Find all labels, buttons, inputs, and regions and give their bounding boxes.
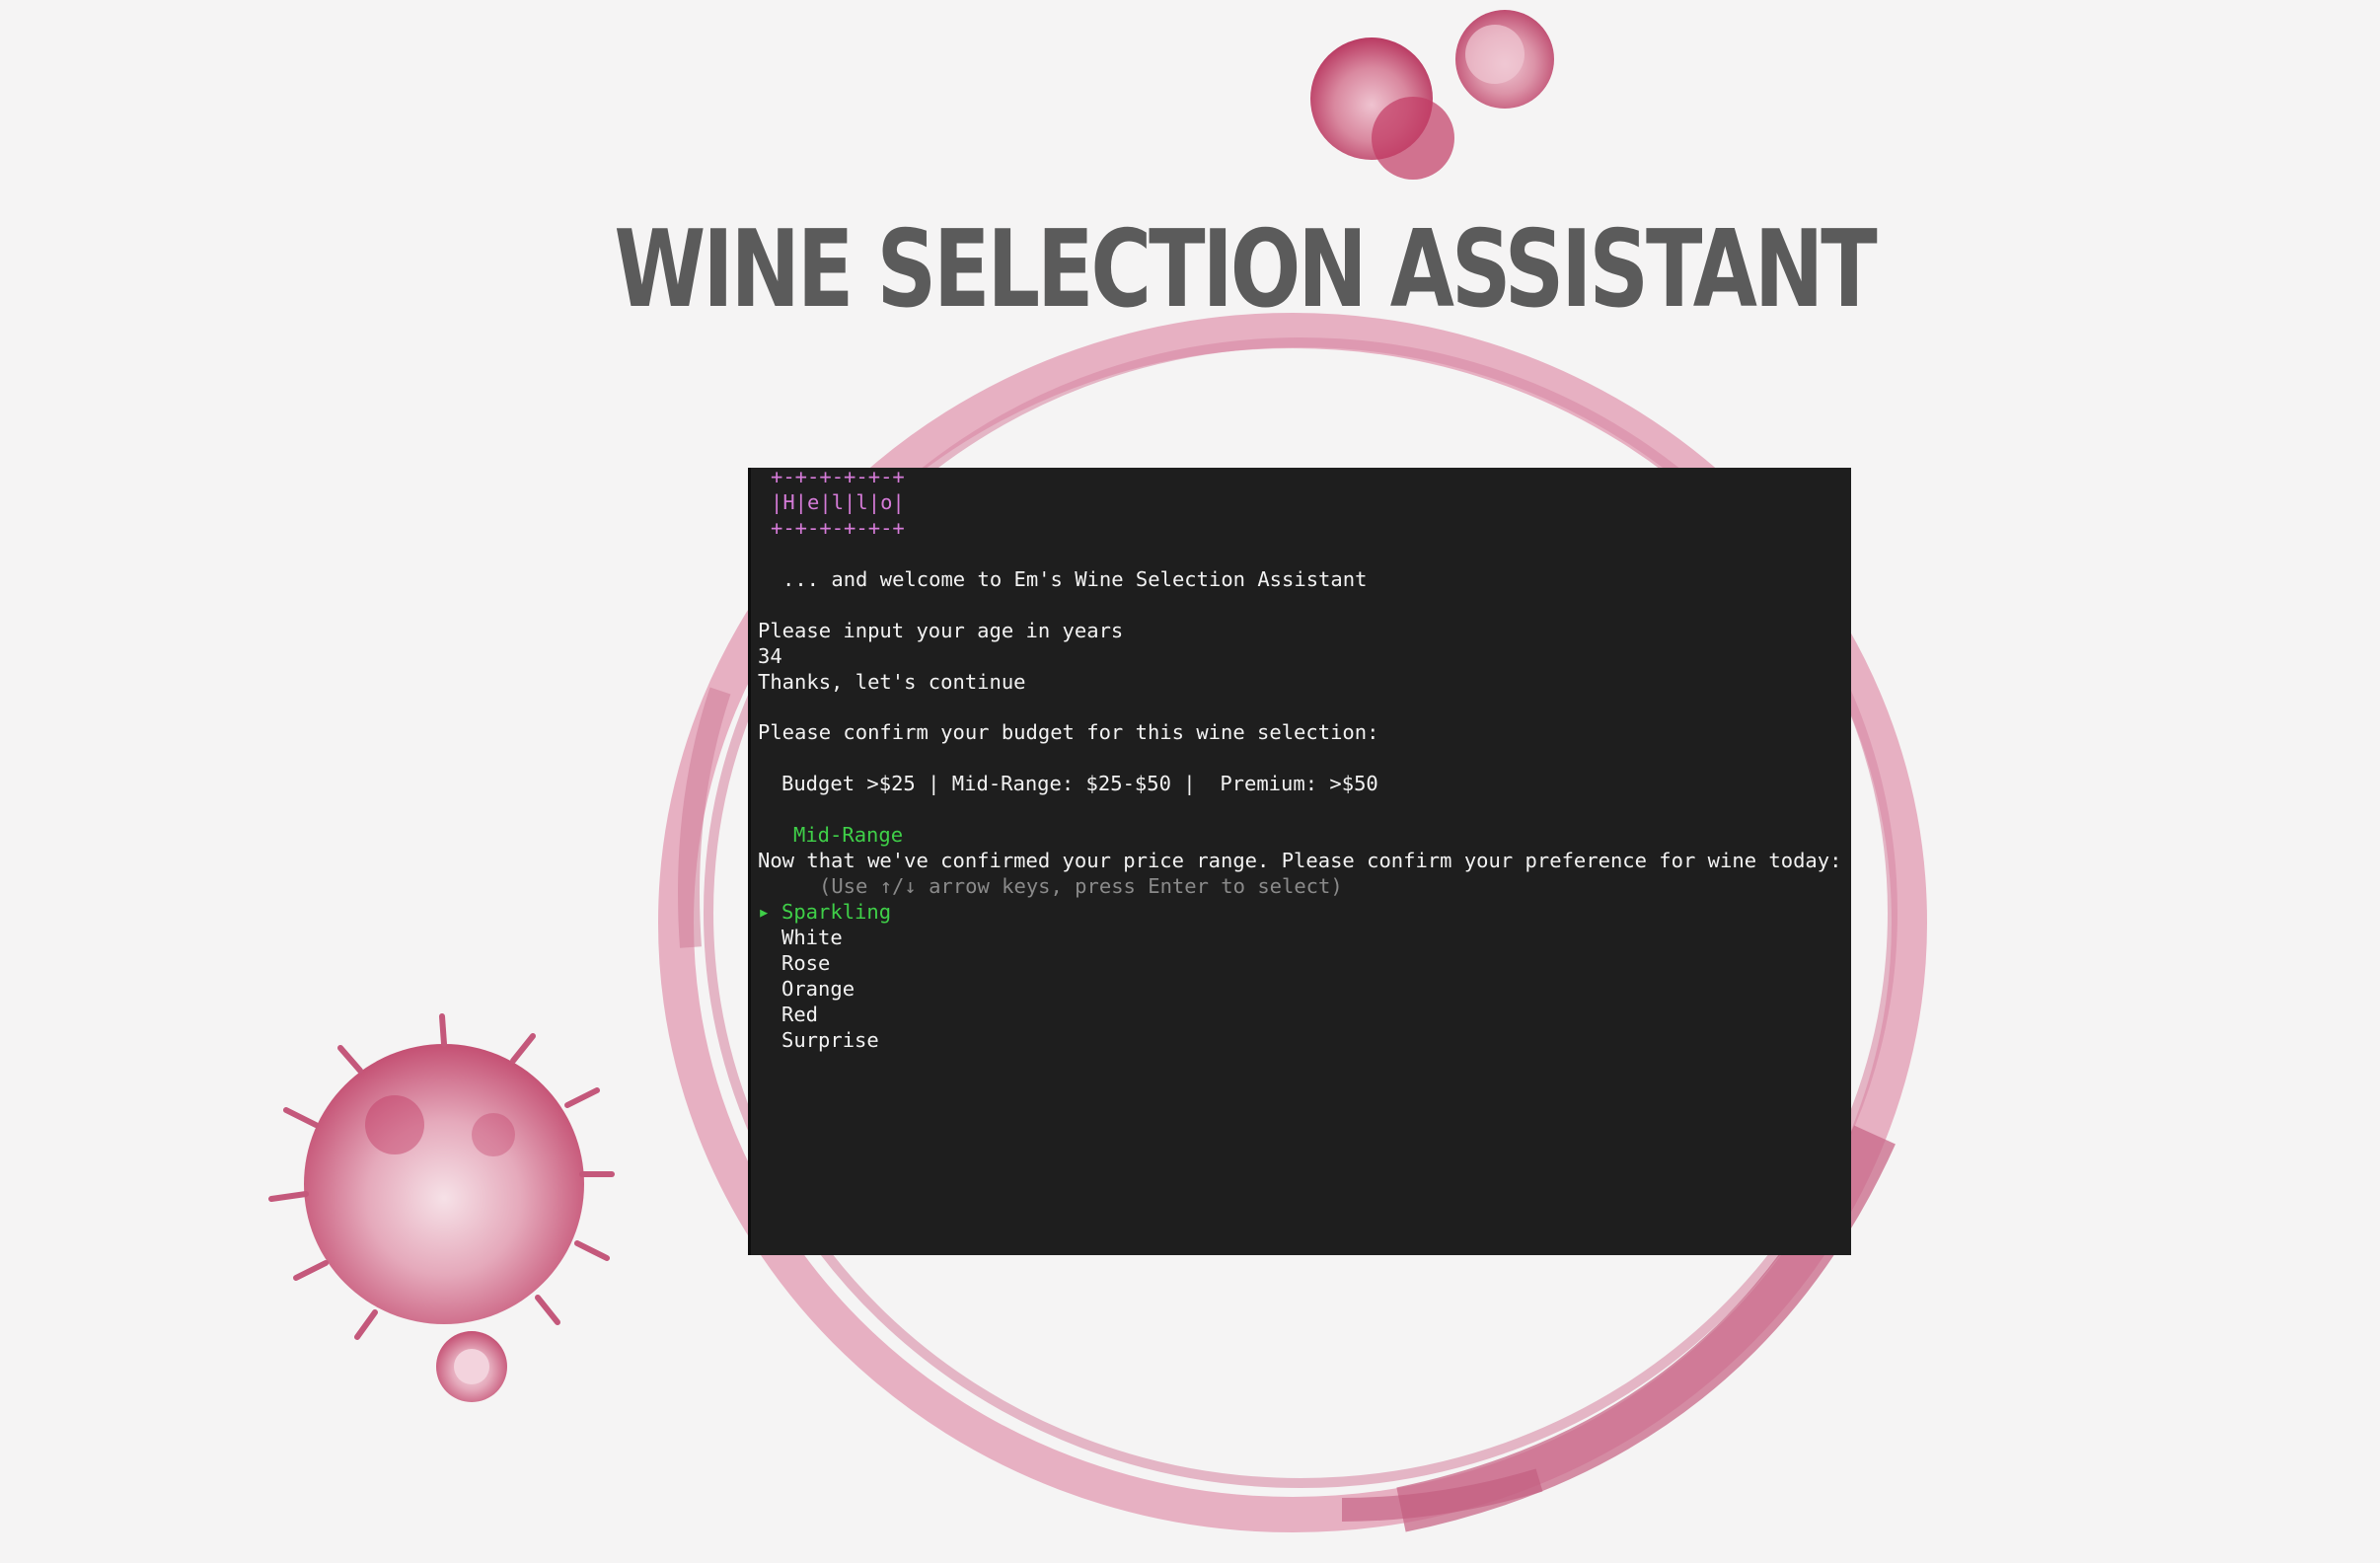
banner-hello: |H|e|l|l|o| [771, 490, 905, 514]
page-title: WINE SELECTION ASSISTANT [614, 208, 1877, 332]
wine-option[interactable]: Red [781, 1002, 818, 1027]
terminal-window[interactable]: +-+-+-+-+-+ |H|e|l|l|o| +-+-+-+-+-+ ... … [748, 468, 1851, 1255]
budget-selected: Mid-Range [793, 823, 904, 847]
age-input-value[interactable]: 34 [758, 643, 782, 669]
wine-splatter-stain-left [268, 1013, 615, 1402]
selection-pointer-icon: ▸ [758, 900, 771, 924]
age-prompt: Please input your age in years [758, 619, 1124, 642]
wine-option[interactable]: White [781, 925, 843, 950]
wine-option[interactable]: Surprise [781, 1027, 879, 1053]
age-ack: Thanks, let's continue [758, 670, 1026, 694]
welcome-text: ... and welcome to Em's Wine Selection A… [782, 567, 1368, 591]
selection-hint: (Use ↑/↓ arrow keys, press Enter to sele… [819, 874, 1343, 898]
wine-option[interactable]: Sparkling [781, 899, 891, 925]
wine-drop-stain-top [1310, 10, 1554, 180]
budget-prompt: Please confirm your budget for this wine… [758, 720, 1379, 744]
wine-option[interactable]: Rose [781, 950, 830, 976]
budget-options: Budget >$25 | Mid-Range: $25-$50 | Premi… [781, 772, 1378, 795]
wine-option[interactable]: Orange [781, 976, 855, 1002]
banner-top: +-+-+-+-+-+ [771, 468, 905, 488]
preference-prompt: Now that we've confirmed your price rang… [758, 849, 1842, 872]
banner-bottom: +-+-+-+-+-+ [771, 516, 905, 540]
page: WINE SELECTION ASSISTANT +-+-+-+-+-+ |H|… [0, 0, 2380, 1563]
